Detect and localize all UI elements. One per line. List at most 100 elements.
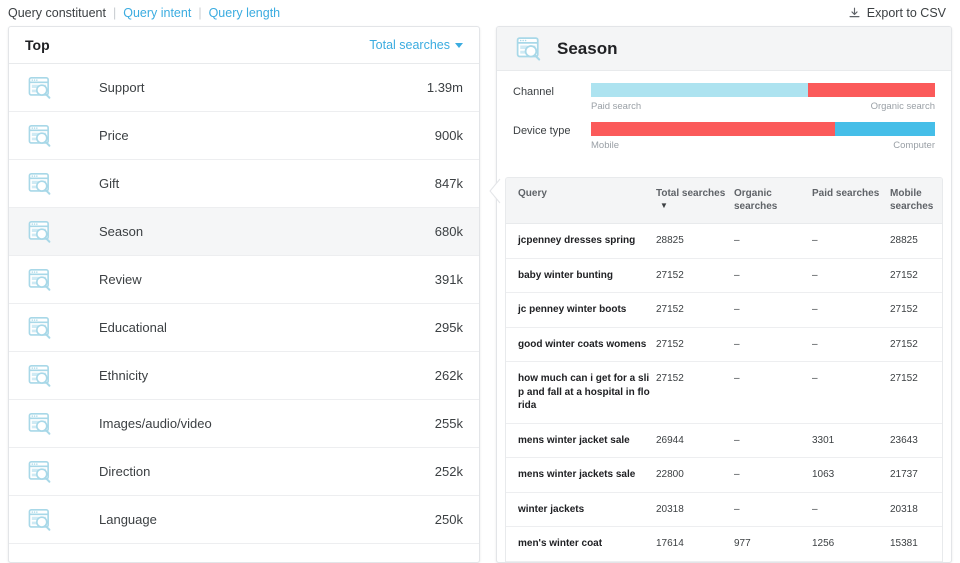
query-search-icon [27, 75, 61, 101]
list-item[interactable]: Images/audio/video 255k [9, 400, 479, 448]
cell-mobile: 27152 [890, 258, 942, 293]
cell-organic: – [734, 423, 812, 458]
list-item-label: Season [99, 224, 144, 239]
stacked-bar [591, 122, 935, 136]
list-item-label: Ethnicity [99, 368, 149, 383]
cell-organic: – [734, 327, 812, 362]
list-item-label: Images/audio/video [99, 416, 212, 431]
table-row[interactable]: mens winter jacket sale 26944–3301 23643 [506, 423, 942, 458]
list-item[interactable]: Ethnicity 262k [9, 352, 479, 400]
detail-card-title: Season [557, 38, 618, 58]
distribution-label: Channel [513, 86, 554, 98]
list-item[interactable]: Season 680k [9, 208, 479, 256]
cell-total: 27152 [656, 258, 734, 293]
distribution-bar-group: Paid search Organic search [591, 83, 935, 112]
query-search-icon [27, 267, 61, 293]
cell-organic: 977 [734, 526, 812, 562]
cell-total: 20318 [656, 492, 734, 527]
cell-organic: – [734, 292, 812, 328]
cell-paid: – [812, 327, 890, 362]
left-card-title: Top [25, 37, 50, 53]
cell-query: how much can i get for a slip and fall a… [506, 361, 656, 424]
cell-query: mens winter jackets sale [506, 457, 656, 493]
cell-organic: – [734, 223, 812, 259]
sort-by-total-searches-dropdown[interactable]: Total searches [369, 38, 463, 52]
distribution-bar-group: Mobile Computer [591, 122, 935, 151]
nav-item-query-constituent[interactable]: Query constituent [8, 6, 106, 20]
cell-paid: – [812, 223, 890, 259]
list-item[interactable]: Review 391k [9, 256, 479, 304]
query-search-icon [27, 123, 61, 149]
nav-separator: | [112, 6, 117, 20]
list-item[interactable]: Educational 295k [9, 304, 479, 352]
nav-item-query-intent[interactable]: Query intent [123, 6, 191, 20]
cell-mobile: 28825 [890, 223, 942, 259]
list-item[interactable]: Support 1.39m [9, 64, 479, 112]
queries-table-scroll[interactable]: Query Total searches▼ Organic searches Paid… [505, 177, 943, 562]
table-row[interactable]: mens winter jackets sale 22800–1063 21737 [506, 457, 942, 493]
query-search-icon [27, 171, 61, 197]
table-row[interactable]: jcpenney dresses spring 28825– –28825 [506, 223, 942, 259]
list-item-value: 262k [434, 368, 463, 383]
export-to-csv-button[interactable]: Export to CSV [848, 6, 948, 20]
cell-paid: – [812, 258, 890, 293]
list-item-value: 847k [434, 176, 463, 191]
cell-organic: – [734, 457, 812, 493]
bar-legend-label: Paid search [591, 101, 642, 112]
table-row[interactable]: winter dresses17272––17272 [506, 561, 942, 562]
column-header-label: Query [518, 188, 547, 199]
cell-query: jcpenney dresses spring [506, 223, 656, 259]
table-row[interactable]: how much can i get for a slip and fall a… [506, 361, 942, 424]
cell-total: 28825 [656, 223, 734, 259]
cell-paid: 1063 [812, 457, 890, 493]
bar-segment [591, 83, 808, 97]
list-item-label: Educational [99, 320, 167, 335]
table-header: Query Total searches▼ Organic searches Paid… [506, 178, 942, 224]
cell-mobile: 23643 [890, 423, 942, 458]
table-row[interactable]: winter jackets 20318– –20318 [506, 492, 942, 527]
nav-item-query-length[interactable]: Query length [209, 6, 281, 20]
list-item[interactable]: Gift 847k [9, 160, 479, 208]
sort-descending-icon: ▼ [660, 200, 668, 210]
column-header-mobile[interactable]: Mobile searches [890, 178, 942, 224]
list-item-label: Price [99, 128, 129, 143]
table-row[interactable]: jc penney winter boots 27152– –27152 [506, 292, 942, 328]
column-header-paid[interactable]: Paid searches [812, 178, 890, 224]
bar-legend-label: Organic search [870, 101, 935, 112]
list-item[interactable]: Price 900k [9, 112, 479, 160]
column-header-total[interactable]: Total searches▼ [656, 178, 734, 224]
list-item-value: 680k [434, 224, 463, 239]
export-label: Export to CSV [866, 6, 946, 20]
list-item-label: Support [99, 80, 145, 95]
cell-query: mens winter jacket sale [506, 423, 656, 458]
column-header-query[interactable]: Query [506, 178, 656, 224]
cell-mobile: 21737 [890, 457, 942, 493]
query-search-icon [27, 459, 61, 485]
bar-legend-label: Mobile [591, 140, 619, 151]
cell-query: men's winter coat [506, 526, 656, 562]
cell-query: winter jackets [506, 492, 656, 527]
bar-legend: Mobile Computer [591, 140, 935, 151]
bar-segment [591, 122, 836, 136]
table-row[interactable]: baby winter bunting 27152– –27152 [506, 258, 942, 293]
panels-container: Top Total searches Support 1.39m Price 900k… [0, 26, 960, 563]
table-row[interactable]: men's winter coat 17614 977 1256 15381 [506, 526, 942, 562]
list-item-value: 252k [434, 464, 463, 479]
query-search-icon [27, 411, 61, 437]
nav-separator: | [198, 6, 202, 20]
table-row[interactable]: good winter coats womens 27152– –27152 [506, 327, 942, 362]
list-item[interactable]: Direction 252k [9, 448, 479, 496]
list-item[interactable]: Language 250k [9, 496, 479, 544]
cell-total: 27152 [656, 327, 734, 362]
column-header-organic[interactable]: Organic searches [734, 178, 812, 224]
list-item-value: 900k [434, 128, 463, 143]
cell-total: 17614 [656, 526, 734, 562]
cell-organic: – [734, 561, 812, 562]
cell-paid: 1256 [812, 526, 890, 562]
cell-paid: – [812, 492, 890, 527]
list-item-value: 1.39m [426, 80, 463, 95]
cell-paid: 3301 [812, 423, 890, 458]
stacked-bar [591, 83, 935, 97]
cell-organic: – [734, 361, 812, 424]
list-item-label: Gift [99, 176, 120, 191]
